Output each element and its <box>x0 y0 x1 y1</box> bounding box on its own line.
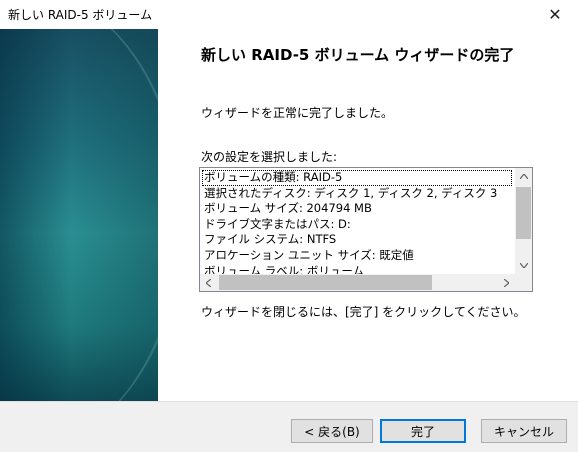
settings-line-size: ボリューム サイズ: 204794 MB <box>204 201 372 216</box>
settings-line-volume-type: ボリュームの種類: RAID-5 <box>202 170 512 186</box>
window-title: 新しい RAID-5 ボリューム <box>8 8 153 22</box>
scrollbar-corner <box>515 274 532 291</box>
chevron-up-icon[interactable] <box>515 168 532 185</box>
completion-message: ウィザードを正常に完了しました。 <box>201 106 394 120</box>
title-bar: 新しい RAID-5 ボリューム ✕ <box>0 0 578 29</box>
wizard-side-banner <box>0 29 158 401</box>
settings-label: 次の設定を選択しました: <box>201 150 338 164</box>
close-icon: ✕ <box>548 5 562 24</box>
banner-shading <box>0 29 158 401</box>
vertical-scrollbar[interactable] <box>515 168 532 274</box>
settings-summary-box[interactable]: ボリュームの種類: RAID-5 選択されたディスク: ディスク 1, ディスク… <box>199 167 533 292</box>
settings-list: ボリュームの種類: RAID-5 選択されたディスク: ディスク 1, ディスク… <box>202 170 516 279</box>
chevron-down-icon[interactable] <box>515 257 532 274</box>
horizontal-scrollbar[interactable] <box>200 274 515 291</box>
chevron-right-icon[interactable] <box>498 274 515 291</box>
finish-button[interactable]: 完了 <box>380 419 466 443</box>
close-instruction: ウィザードを閉じるには、[完了] をクリックしてください。 <box>201 305 526 319</box>
page-title: 新しい RAID-5 ボリューム ウィザードの完了 <box>201 46 515 64</box>
close-button[interactable]: ✕ <box>532 0 578 29</box>
vertical-scroll-thumb[interactable] <box>516 187 531 239</box>
back-button[interactable]: < 戻る(B) <box>291 419 373 443</box>
settings-line-disks: 選択されたディスク: ディスク 1, ディスク 2, ディスク 3 <box>204 185 498 200</box>
settings-line-allocation-unit: アロケーション ユニット サイズ: 既定値 <box>204 247 414 262</box>
settings-line-file-system: ファイル システム: NTFS <box>204 232 337 247</box>
horizontal-scroll-thumb[interactable] <box>219 275 432 290</box>
chevron-left-icon[interactable] <box>200 274 217 291</box>
settings-line-drive-letter: ドライブ文字またはパス: D: <box>204 216 351 231</box>
button-bar: < 戻る(B) 完了 キャンセル <box>0 401 578 452</box>
cancel-button[interactable]: キャンセル <box>481 419 567 443</box>
